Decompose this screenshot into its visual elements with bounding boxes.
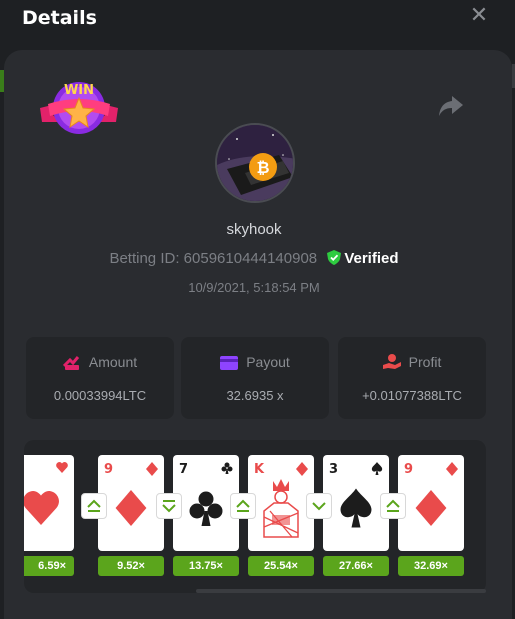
higher-guess-icon xyxy=(81,493,107,519)
bet-date: 10/9/2021, 5:18:54 PM xyxy=(188,280,320,295)
betting-id-row: Betting ID: 6059610444140908 Verified xyxy=(0,250,508,267)
hearts-icon xyxy=(56,462,68,473)
multiplier-badge: 9.52× xyxy=(98,556,164,576)
profit-label-row: Profit xyxy=(338,354,486,370)
higher-guess-icon xyxy=(230,493,256,519)
payout-label: Payout xyxy=(246,354,290,370)
cards-history: 9 7 K 3 9 6.59× 9.52× 13.75× 25.54× 27.6… xyxy=(24,440,486,593)
avatar: ₿ xyxy=(215,123,295,203)
profit-value: +0.01077388LTC xyxy=(362,388,462,403)
card-rank: 7 xyxy=(179,462,189,477)
multiplier-badge: 6.59× xyxy=(24,556,74,576)
betting-id-label: Betting ID: xyxy=(109,250,180,267)
diamonds-icon xyxy=(146,462,158,476)
profit-stat: Profit +0.01077388LTC xyxy=(338,337,486,419)
payout-stat: Payout 32.6935 x xyxy=(181,337,329,419)
lower-guess-icon xyxy=(156,493,182,519)
svg-text:₿: ₿ xyxy=(256,158,269,177)
lower-guess-icon xyxy=(306,493,332,519)
amount-label: Amount xyxy=(88,354,138,370)
betting-id-value: 6059610444140908 xyxy=(183,250,318,267)
verified-shield-icon xyxy=(327,250,342,265)
close-icon[interactable]: ✕ xyxy=(469,5,489,27)
amount-stat: Amount 0.00033994LTC xyxy=(26,337,174,419)
card-rank: K xyxy=(254,462,265,477)
card-rank: 9 xyxy=(104,462,114,477)
multiplier-badge: 32.69× xyxy=(398,556,464,576)
profit-label: Profit xyxy=(408,354,442,370)
share-icon[interactable] xyxy=(438,94,464,118)
card-4: K xyxy=(248,455,314,551)
card-6: 9 xyxy=(398,455,464,551)
multiplier-badge: 25.54× xyxy=(248,556,314,576)
payout-icon xyxy=(220,356,239,370)
card-rank: 3 xyxy=(329,462,339,477)
diamonds-icon xyxy=(446,462,458,476)
card-1 xyxy=(24,455,74,551)
diamonds-large-icon xyxy=(115,489,147,526)
header: Details ✕ xyxy=(0,0,515,36)
card-rank: 9 xyxy=(404,462,414,477)
verified-label: Verified xyxy=(344,250,399,267)
amount-value: 0.00033994LTC xyxy=(53,388,147,403)
multiplier-badge: 27.66× xyxy=(323,556,389,576)
payout-value: 32.6935 x xyxy=(226,388,284,403)
username: skyhook xyxy=(226,221,282,238)
higher-guess-icon xyxy=(380,493,406,519)
horizontal-scrollbar[interactable] xyxy=(196,589,486,593)
profit-icon xyxy=(382,354,401,369)
page-title: Details xyxy=(22,7,97,29)
win-badge-text: WIN xyxy=(64,83,94,98)
diamonds-large-icon xyxy=(415,489,447,526)
payout-label-row: Payout xyxy=(181,354,329,370)
win-badge-icon: WIN xyxy=(40,82,118,134)
spades-icon xyxy=(371,462,383,475)
amount-icon xyxy=(62,356,80,370)
card-2: 9 xyxy=(98,455,164,551)
amount-label-row: Amount xyxy=(26,354,174,370)
king-figure-icon xyxy=(263,478,299,538)
hearts-large-icon xyxy=(24,490,59,525)
spades-large-icon xyxy=(340,488,372,528)
clubs-large-icon xyxy=(189,491,223,526)
multiplier-badge: 13.75× xyxy=(173,556,239,576)
diamonds-icon xyxy=(296,462,308,476)
clubs-icon xyxy=(221,462,233,474)
